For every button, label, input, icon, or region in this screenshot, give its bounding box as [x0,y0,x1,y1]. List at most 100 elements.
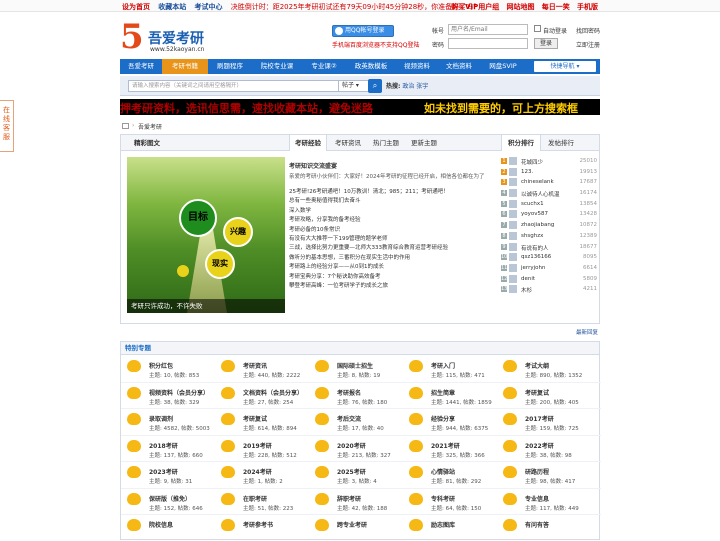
topic-name[interactable]: 考试大纲 [525,361,549,370]
topic-item[interactable]: 考研复试 主题: 614, 帖数: 894 [217,409,311,435]
rank-row[interactable]: 10 qsz136166 8095 [501,253,597,264]
nav-item-courses-2[interactable]: 专业课② [302,59,346,74]
tab-experience[interactable]: 考研经验 [289,135,327,151]
topic-name[interactable]: 考研复试 [525,388,549,397]
topic-item[interactable]: 2023考研 主题: 9, 帖数: 31 [123,462,217,488]
rank-row[interactable]: 9 有说有的人 18677 [501,242,597,254]
avatar[interactable] [509,274,517,283]
topic-item[interactable]: 考研报名 主题: 76, 帖数: 180 [311,383,405,409]
topic-name[interactable]: 考后交流 [337,414,361,423]
topic-name[interactable]: 专科考研 [431,494,455,503]
topic-item[interactable]: 考研参考书 [217,515,311,541]
topic-item[interactable]: 2017考研 主题: 159, 帖数: 725 [499,409,593,435]
latest-replies-link[interactable]: 最新回复 [576,328,720,336]
set-homepage-link[interactable]: 设为首页 [122,3,150,11]
topic-name[interactable]: 2025考研 [337,467,366,476]
list-item[interactable]: 25考研!26考研通吧！10万教训！清北；985；211；考研通吧！ [289,188,497,197]
topic-item[interactable]: 积分红包 主题: 10, 帖数: 853 [123,356,217,382]
bookmark-link[interactable]: 收藏本站 [158,3,186,11]
topic-item[interactable]: 考试大纲 主题: 890, 帖数: 1352 [499,356,593,382]
rank-username[interactable]: qsz136166 [521,254,551,260]
topic-item[interactable]: 经验分享 主题: 944, 帖数: 6375 [405,409,499,435]
rank-row[interactable]: 7 zhaojiabang 10872 [501,221,597,232]
topic-name[interactable]: 视频资料（会员分享） [149,388,209,397]
password-input[interactable] [448,38,528,49]
tab-news[interactable]: 考研资讯 [329,135,367,151]
topic-item[interactable]: 专业信息 主题: 117, 帖数: 449 [499,489,593,515]
topic-item[interactable]: 2021考研 主题: 325, 帖数: 366 [405,436,499,462]
nav-item-templates[interactable]: 政英数模板 [346,59,396,74]
rank-row[interactable]: 8 shsghzx 12389 [501,231,597,243]
topic-item[interactable]: 心情驿站 主题: 81, 帖数: 292 [405,462,499,488]
rank-username[interactable]: 木杉 [521,286,532,294]
topic-name[interactable]: 国际硕士招生 [337,361,373,370]
list-item[interactable]: 总有一些奥秘值得我们去奋斗 [289,197,497,206]
featured-photo[interactable]: 目标 兴趣 现实 考研只许成功，不许失败 [127,157,285,313]
topic-item[interactable]: 保研版（推免） 主题: 152, 帖数: 646 [123,489,217,515]
topic-name[interactable]: 招生简章 [431,388,455,397]
avatar[interactable] [509,231,517,240]
topic-item[interactable]: 2024考研 主题: 1, 帖数: 2 [217,462,311,488]
mobile-link[interactable]: 手机版 [577,3,598,11]
rank-row[interactable]: 5 scuchx1 13854 [501,199,597,211]
topic-item[interactable]: 院校信息 [123,515,217,541]
rank-row[interactable]: 4 以诚待人心机温 16174 [501,189,597,200]
list-item[interactable]: 考研宝典分享：7个秘诀助你高效备考 [289,273,497,282]
topic-name[interactable]: 辞职考研 [337,494,361,503]
exam-center-link[interactable]: 考试中心 [194,3,222,11]
rank-username[interactable]: denit [521,276,535,282]
rank-username[interactable]: 花城四少 [521,158,543,166]
topic-name[interactable]: 保研版（推免） [149,494,191,503]
rank-username[interactable]: 以诚待人心机温 [521,190,560,198]
topic-item[interactable]: 2019考研 主题: 228, 帖数: 512 [217,436,311,462]
rank-row[interactable]: 12 denit 5809 [501,274,597,286]
rank-username[interactable]: chineselank [521,179,554,185]
topic-item[interactable]: 有问有答 [499,515,593,541]
search-input[interactable]: 请输入搜索内容（关键词之间请用空格隔开） [128,80,348,92]
list-item[interactable]: 三战，选择比努力更重要—北师大333教育综合教育运营考研经验 [289,244,497,253]
topic-name[interactable]: 考研入门 [431,361,455,370]
hot-term-politics[interactable]: 政治 [402,83,414,90]
topic-item[interactable]: 视频资料（会员分享） 主题: 38, 帖数: 329 [123,383,217,409]
topic-name[interactable]: 院校信息 [149,520,173,529]
topic-name[interactable]: 录取调剂 [149,414,173,423]
topic-item[interactable]: 考研复试 主题: 200, 帖数: 405 [499,383,593,409]
topic-name[interactable]: 2021考研 [431,441,460,450]
topic-name[interactable]: 2020考研 [337,441,366,450]
avatar[interactable] [509,167,517,176]
tab-posts-rank[interactable]: 发帖排行 [541,135,581,151]
buy-vip-link[interactable]: 购买VIP用户组 [451,3,499,11]
tab-photo-articles[interactable]: 精彩图文 [129,135,165,151]
topic-item[interactable]: 2020考研 主题: 213, 帖数: 327 [311,436,405,462]
topic-item[interactable]: 考研资讯 主题: 440, 帖数: 2222 [217,356,311,382]
topic-item[interactable]: 录取调剂 主题: 4582, 帖数: 5003 [123,409,217,435]
topic-name[interactable]: 考研资讯 [243,361,267,370]
rank-username[interactable]: shsghzx [521,233,543,239]
tab-hot-topics[interactable]: 热门主题 [367,135,405,151]
breadcrumb-current[interactable]: 吾爱考研 [138,122,162,131]
topic-name[interactable]: 2017考研 [525,414,554,423]
topic-item[interactable]: 招生简章 主题: 1441, 帖数: 1859 [405,383,499,409]
topic-item[interactable]: 励志图库 [405,515,499,541]
nav-item-quiz[interactable]: 刷题程序 [208,59,252,74]
topic-item[interactable]: 研路历程 主题: 98, 帖数: 417 [499,462,593,488]
avatar[interactable] [509,253,517,262]
list-item[interactable]: 做听分的基本思想，三番积分在现实生活中的作用 [289,254,497,263]
avatar[interactable] [509,221,517,230]
topic-item[interactable]: 在职考研 主题: 51, 帖数: 223 [217,489,311,515]
article-headline[interactable]: 考研知识交流盛宴 [289,161,497,170]
rank-row[interactable]: 3 chineselank 17687 [501,178,597,189]
topic-name[interactable]: 2018考研 [149,441,178,450]
topic-name[interactable]: 文档资料（会员分享） [243,388,303,397]
topic-item[interactable]: 2025考研 主题: 3, 帖数: 4 [311,462,405,488]
search-button[interactable]: ⌕ [368,79,382,93]
hot-term-zhangyu[interactable]: 张宇 [416,83,428,90]
nav-item-books[interactable]: 考研书籍 [162,59,208,74]
topic-item[interactable]: 跨专业考研 [311,515,405,541]
topic-item[interactable]: 国际硕士招生 主题: 8, 帖数: 19 [311,356,405,382]
list-item[interactable]: 有没有大大推荐一下199管理的题学老师 [289,235,497,244]
list-item[interactable]: 考研路上的经验分享——从0到1的成长 [289,263,497,272]
list-item[interactable]: 考研攻略，分享我的备考经验 [289,216,497,225]
tab-points-rank[interactable]: 积分排行 [501,135,541,151]
topic-name[interactable]: 2022考研 [525,441,554,450]
